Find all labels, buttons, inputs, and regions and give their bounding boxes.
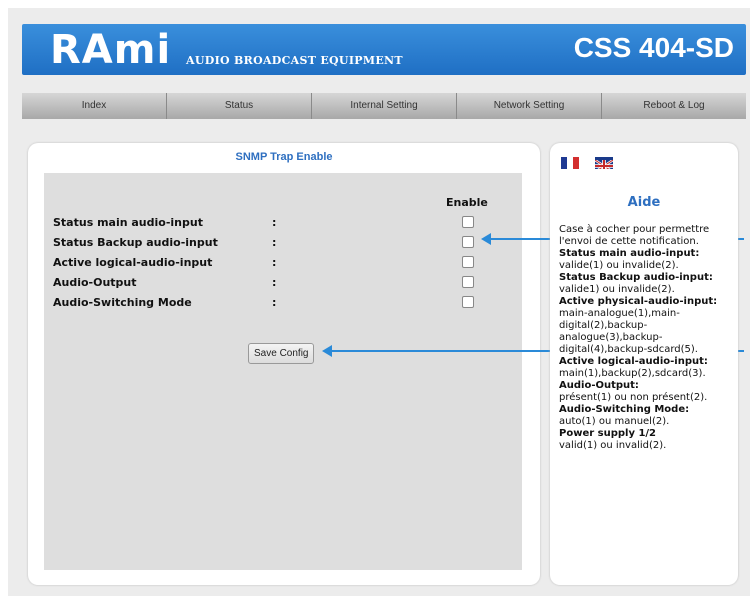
help-title: Aide (627, 195, 661, 210)
settings-panel: Enable Status main audio-input : Status … (44, 173, 522, 570)
help-item-text: valide(1) ou invalide(2). (559, 260, 679, 271)
audio-switching-mode-checkbox[interactable] (462, 296, 474, 308)
help-intro: Case à cocher pour permettre l'envoi de … (559, 224, 710, 247)
tagline: AUDIO BROADCAST EQUIPMENT (186, 54, 403, 67)
status-main-audio-input-checkbox[interactable] (462, 216, 474, 228)
nav-network-setting[interactable]: Network Setting (457, 93, 602, 119)
french-flag-icon[interactable] (561, 157, 579, 169)
row-separator: : (272, 256, 277, 269)
audio-output-checkbox[interactable] (462, 276, 474, 288)
card-title: SNMP Trap Enable (235, 151, 333, 163)
header-banner: RAmi AUDIO BROADCAST EQUIPMENT CSS 404-S… (22, 24, 746, 75)
help-item-text: présent(1) ou non présent(2). (559, 392, 708, 403)
model-name: CSS 404-SD (573, 32, 734, 63)
help-item-text: valide1) ou invalide(2). (559, 284, 675, 295)
snmp-card: SNMP Trap Enable Enable Status main audi… (28, 143, 540, 585)
row-separator: : (272, 276, 277, 289)
help-item-heading: Power supply 1/2 (559, 428, 657, 439)
help-item-heading: Audio-Switching Mode: (559, 404, 690, 415)
help-item-heading: Status main audio-input: (559, 248, 700, 259)
setting-row: Status main audio-input : (53, 216, 513, 234)
nav-internal-setting[interactable]: Internal Setting (312, 93, 457, 119)
nav-reboot-log[interactable]: Reboot & Log (602, 93, 746, 119)
arrow-head-icon (322, 345, 332, 357)
help-item-text: valid(1) ou invalid(2). (559, 440, 667, 451)
help-item-text: main-analogue(1),main-digital(2),backup-… (559, 308, 698, 355)
rami-logo: RAmi (50, 27, 172, 73)
help-item-heading: Active logical-audio-input: (559, 356, 708, 367)
status-backup-audio-input-checkbox[interactable] (462, 236, 474, 248)
nav-bar: Index Status Internal Setting Network Se… (22, 93, 746, 119)
uk-flag-icon[interactable] (595, 157, 613, 169)
setting-row: Status Backup audio-input : (53, 236, 513, 254)
help-item-text: auto(1) ou manuel(2). (559, 416, 670, 427)
row-label: Status main audio-input (53, 216, 203, 229)
help-item-heading: Status Backup audio-input: (559, 272, 713, 283)
save-config-button[interactable]: Save Config (248, 343, 315, 364)
active-logical-audio-input-checkbox[interactable] (462, 256, 474, 268)
row-separator: : (272, 296, 277, 309)
row-label: Active logical-audio-input (53, 256, 213, 269)
row-label: Audio-Switching Mode (53, 296, 192, 309)
row-separator: : (272, 236, 277, 249)
nav-status[interactable]: Status (167, 93, 312, 119)
setting-row: Audio-Switching Mode : (53, 296, 513, 314)
row-separator: : (272, 216, 277, 229)
row-label: Audio-Output (53, 276, 137, 289)
arrow-head-icon (481, 233, 491, 245)
enable-column-header: Enable (446, 196, 488, 209)
help-text: Case à cocher pour permettre l'envoi de … (559, 224, 737, 452)
nav-index[interactable]: Index (22, 93, 167, 119)
setting-row: Active logical-audio-input : (53, 256, 513, 274)
help-item-heading: Active physical-audio-input: (559, 296, 718, 307)
help-card: Aide Case à cocher pour permettre l'envo… (550, 143, 738, 585)
help-item-text: main(1),backup(2),sdcard(3). (559, 368, 706, 379)
help-item-heading: Audio-Output: (559, 380, 639, 391)
setting-row: Audio-Output : (53, 276, 513, 294)
row-label: Status Backup audio-input (53, 236, 218, 249)
